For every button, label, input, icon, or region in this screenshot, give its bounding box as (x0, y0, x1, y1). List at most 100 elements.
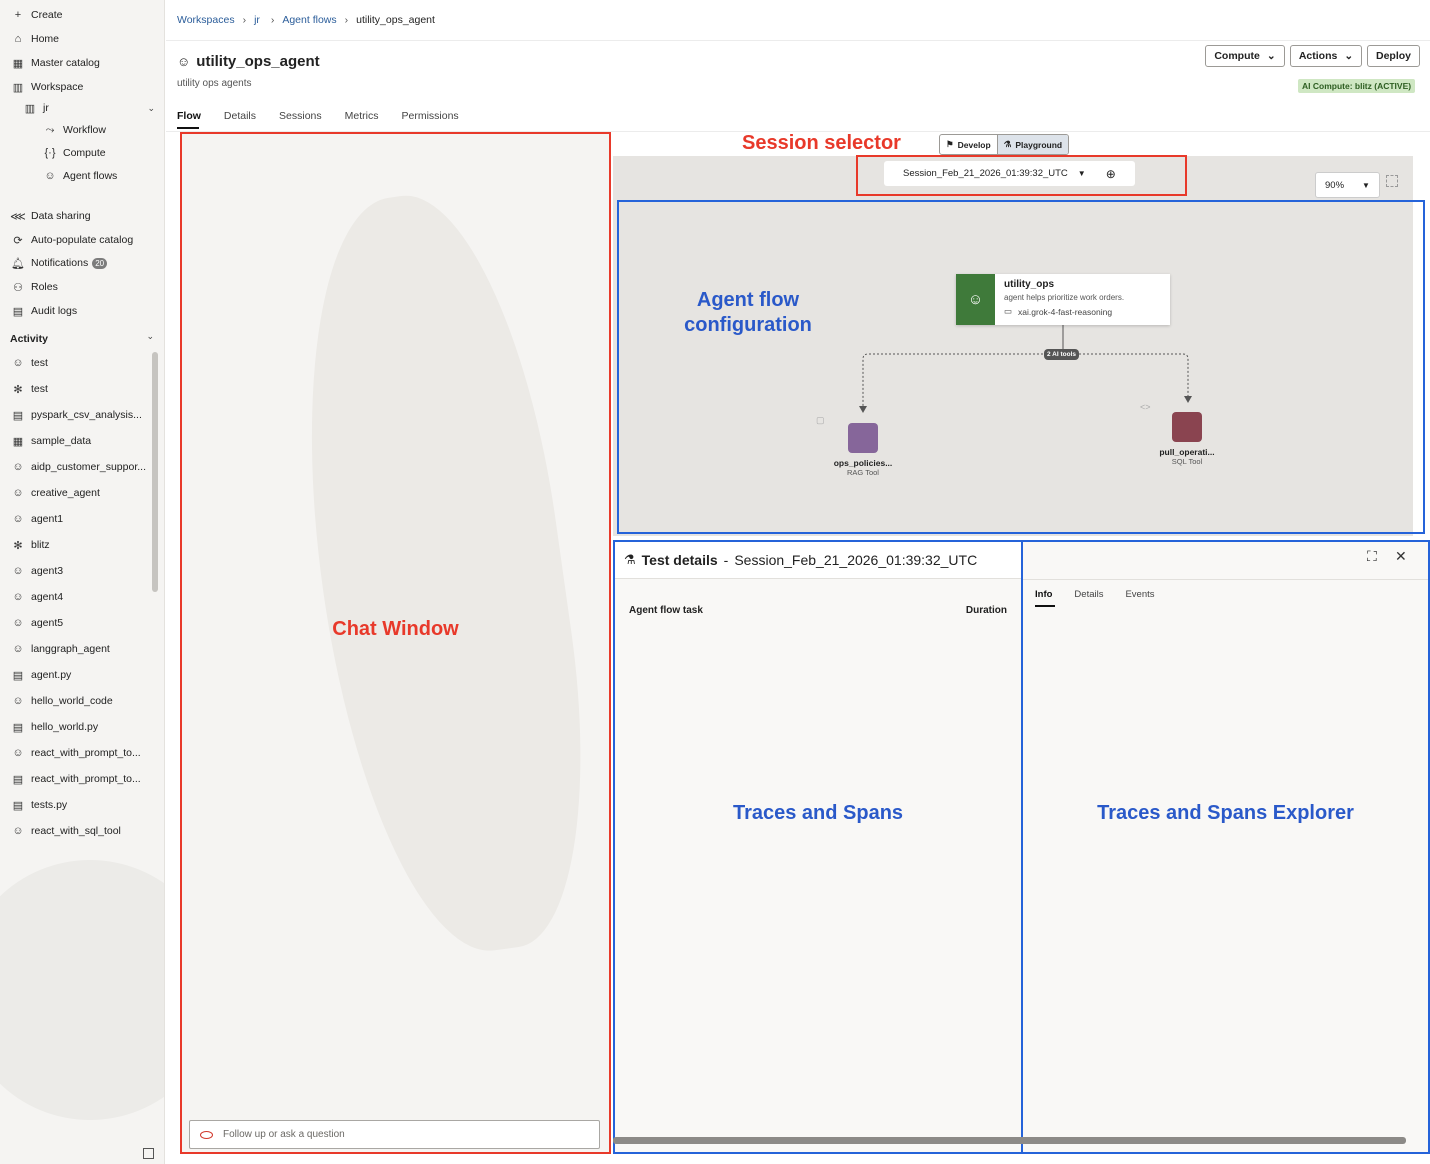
activity-item[interactable]: ✻ blitz (10, 534, 164, 556)
sidebar-item-workflow[interactable]: ⤳ Workflow (42, 119, 164, 141)
sidebar-item-create[interactable]: + Create (10, 4, 164, 26)
activity-item-label: blitz (31, 539, 50, 551)
sidebar-item-agent-flows[interactable]: ☺ Agent flows (42, 165, 164, 187)
explorer-tab-details[interactable]: Details (1074, 589, 1103, 600)
sidebar-item-label: Master catalog (31, 57, 100, 69)
activity-item-label: react_with_prompt_to... (31, 747, 141, 759)
activity-item[interactable]: ▤ tests.py (10, 794, 164, 816)
chevron-down-icon[interactable]: ⌄ (146, 331, 154, 342)
horizontal-scrollbar[interactable] (613, 1137, 1406, 1144)
breadcrumb-current: utility_ops_agent (356, 14, 435, 26)
sidebar-item-auto-populate[interactable]: ⟳ Auto-populate catalog (10, 229, 164, 251)
fit-to-screen-icon[interactable] (1386, 175, 1398, 187)
activity-item[interactable]: ☺ agent1 (10, 508, 164, 530)
agent-icon: ☺ (12, 695, 24, 707)
activity-item-label: test (31, 357, 48, 369)
tab-details[interactable]: Details (224, 110, 256, 122)
activity-item-label: hello_world.py (31, 721, 99, 733)
explorer-tab-events[interactable]: Events (1125, 589, 1154, 600)
tab-bar: Flow Details Sessions Metrics Permission… (177, 110, 482, 122)
zoom-select[interactable]: 90% ▼ (1315, 172, 1380, 198)
sidebar-decoration (0, 860, 164, 1120)
sidebar-item-compute[interactable]: {·} Compute (42, 142, 164, 164)
chevron-down-icon[interactable]: ⌄ (147, 103, 155, 114)
agent-icon: ☺ (12, 617, 24, 629)
activity-item[interactable]: ☺ langgraph_agent (10, 638, 164, 660)
activity-item[interactable]: ☺ aidp_customer_suppor... (10, 456, 164, 478)
activity-item[interactable]: ▤ pyspark_csv_analysis... (10, 404, 164, 426)
flow-config-annotation: Agent flow configuration (684, 289, 812, 336)
collapse-sidebar-icon[interactable] (143, 1148, 154, 1159)
activity-item[interactable]: ☺ react_with_prompt_to... (10, 742, 164, 764)
activity-item[interactable]: ▤ hello_world.py (10, 716, 164, 738)
activity-item[interactable]: ☺ test (10, 352, 164, 374)
activity-item-label: aidp_customer_suppor... (31, 461, 146, 473)
rag-tool-node[interactable] (848, 423, 878, 453)
activity-item[interactable]: ☺ react_with_sql_tool (10, 820, 164, 842)
audit-log-icon: ▤ (12, 305, 24, 318)
zoom-value: 90% (1325, 179, 1345, 191)
activity-item[interactable]: ☺ agent3 (10, 560, 164, 582)
sidebar-item-notifications[interactable]: 🔔︎ Notifications 20 (10, 252, 164, 274)
add-session-icon[interactable]: ⊕ (1106, 167, 1116, 181)
compute-button-label: Compute (1214, 50, 1260, 62)
sidebar-item-label: Create (31, 9, 63, 21)
playground-toggle[interactable]: ⚗ Playground (996, 135, 1069, 154)
actions-button[interactable]: Actions ⌄ (1290, 45, 1362, 67)
sidebar-item-home[interactable]: ⌂ Home (10, 28, 164, 50)
agent-node-icon: ☺ (956, 274, 995, 325)
activity-item[interactable]: ☺ creative_agent (10, 482, 164, 504)
flow-config-highlight (617, 200, 1425, 534)
compute-button[interactable]: Compute ⌄ (1205, 45, 1285, 67)
tab-permissions[interactable]: Permissions (401, 110, 458, 122)
header-divider (166, 40, 1430, 41)
cluster-icon: ✻ (13, 539, 23, 552)
sidebar-item-label: Data sharing (31, 210, 91, 222)
session-select[interactable]: Session_Feb_21_2026_01:39:32_UTC ▼ ⊕ (884, 161, 1135, 186)
activity-item-label: agent1 (31, 513, 64, 525)
activity-item[interactable]: ☺ agent4 (10, 586, 164, 608)
activity-item[interactable]: ▤ agent.py (10, 664, 164, 686)
auto-populate-icon: ⟳ (13, 234, 23, 247)
sidebar-item-jr[interactable]: ▥ jr ⌄ (22, 97, 164, 119)
breadcrumb-jr[interactable]: jr (254, 14, 260, 26)
chat-input[interactable]: Follow up or ask a question (189, 1120, 600, 1149)
activity-item[interactable]: ☺ hello_world_code (10, 690, 164, 712)
tab-sessions[interactable]: Sessions (279, 110, 322, 122)
activity-section-title: Activity (10, 333, 48, 345)
code-icon: <> (1140, 402, 1151, 412)
breadcrumb-separator-icon: › (267, 14, 275, 26)
deploy-button[interactable]: Deploy (1367, 45, 1420, 67)
column-header-task: Agent flow task (629, 605, 703, 616)
catalog-icon: ▦ (12, 57, 24, 70)
tab-flow[interactable]: Flow (177, 110, 201, 122)
tab-metrics[interactable]: Metrics (345, 110, 379, 122)
explorer-annotation: Traces and Spans Explorer (1097, 802, 1354, 824)
activity-item[interactable]: ☺ agent5 (10, 612, 164, 634)
activity-item[interactable]: ▤ react_with_prompt_to... (10, 768, 164, 790)
activity-item-label: react_with_sql_tool (31, 825, 121, 837)
bell-icon: 🔔︎ (11, 257, 25, 270)
page-subtitle: utility ops agents (177, 78, 252, 89)
explorer-tab-info[interactable]: Info (1035, 589, 1052, 600)
agent-icon: ☺ (177, 54, 191, 69)
develop-label: Develop (957, 139, 991, 150)
sidebar-item-roles[interactable]: ⚇ Roles (10, 276, 164, 298)
active-tab-indicator (1035, 605, 1055, 607)
breadcrumb-agent-flows[interactable]: Agent flows (282, 14, 336, 26)
sidebar-scrollbar[interactable] (152, 352, 158, 592)
close-icon[interactable]: ✕ (1395, 548, 1407, 565)
sidebar-item-data-sharing[interactable]: ⋘ Data sharing (10, 205, 164, 227)
activity-item-label: pyspark_csv_analysis... (31, 409, 142, 421)
develop-toggle[interactable]: ⚑ Develop (940, 135, 997, 154)
sidebar-item-master-catalog[interactable]: ▦ Master catalog (10, 52, 164, 74)
expand-icon[interactable]: ⛶ (1367, 548, 1377, 565)
sql-tool-node[interactable] (1172, 412, 1202, 442)
activity-item[interactable]: ✻ test (10, 378, 164, 400)
activity-item[interactable]: ▦ sample_data (10, 430, 164, 452)
breadcrumb-workspaces[interactable]: Workspaces (177, 14, 235, 26)
agent-node[interactable]: ☺ utility_ops agent helps prioritize wor… (956, 274, 1170, 325)
sidebar-item-workspace[interactable]: ▥ Workspace (10, 76, 164, 98)
sidebar-item-audit-logs[interactable]: ▤ Audit logs (10, 300, 164, 322)
session-select-value: Session_Feb_21_2026_01:39:32_UTC (903, 168, 1068, 179)
